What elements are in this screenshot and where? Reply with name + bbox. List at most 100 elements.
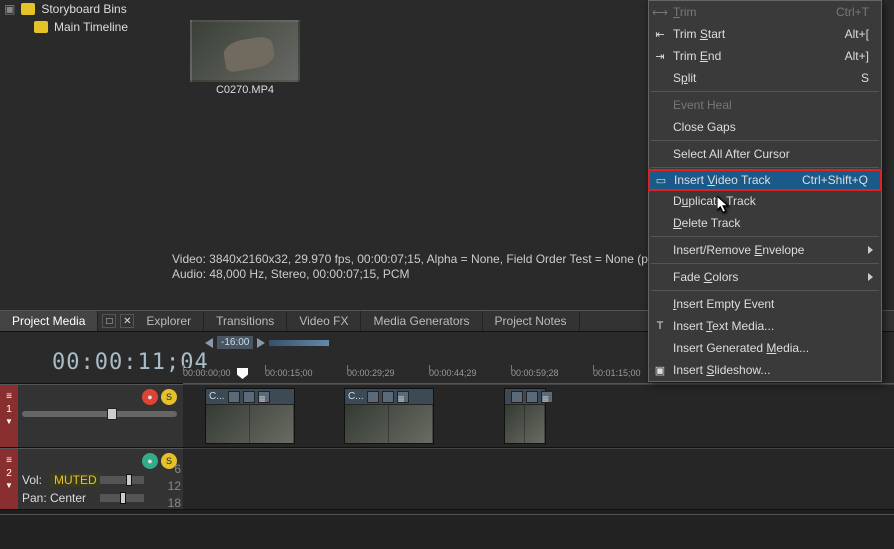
- hamburger-icon[interactable]: ≡: [6, 391, 12, 402]
- video-clip[interactable]: C...≡: [205, 388, 295, 444]
- menu-item-trim: ⟷TrimCtrl+T: [649, 1, 881, 23]
- playhead-marker[interactable]: [237, 368, 248, 379]
- tab-explorer[interactable]: Explorer: [134, 311, 204, 331]
- menu-item-trim-start[interactable]: ⇤Trim StartAlt+[: [649, 23, 881, 45]
- menu-shortcut: Alt+]: [845, 49, 869, 63]
- clip-menu-icon[interactable]: ≡: [541, 391, 553, 403]
- menu-item-insert-slideshow[interactable]: ▣Insert Slideshow...: [649, 359, 881, 381]
- tree-item-main-timeline[interactable]: Main Timeline: [0, 18, 170, 36]
- timeline-tracks: ≡ 1 ▼ ● S ≡ 2 ▼ ● S Vol: MUTED Pan: Cent…: [0, 384, 894, 514]
- vol-label: Vol:: [22, 473, 50, 487]
- menu-item-insert-text-media[interactable]: TInsert Text Media...: [649, 315, 881, 337]
- ruler-tick: 00:01:15;00: [593, 368, 641, 378]
- menu-item-label: Select All After Cursor: [673, 147, 790, 161]
- clip-header: C...≡: [206, 389, 294, 405]
- menu-item-label: Insert Text Media...: [673, 319, 774, 333]
- menu-item-insert-generated-media[interactable]: Insert Generated Media...: [649, 337, 881, 359]
- menu-item-icon: ⇥: [653, 49, 667, 63]
- pan-slider[interactable]: [100, 494, 144, 502]
- zoom-out-icon[interactable]: [205, 338, 213, 348]
- clip-header: ≡: [505, 389, 545, 405]
- chevron-down-icon[interactable]: ▼: [5, 417, 13, 426]
- tab-project-media[interactable]: Project Media: [0, 311, 98, 331]
- folder-icon: [21, 3, 35, 15]
- hamburger-icon[interactable]: ≡: [6, 455, 12, 466]
- menu-item-label: Close Gaps: [673, 120, 736, 134]
- tab-media-generators[interactable]: Media Generators: [361, 311, 482, 331]
- clip-menu-icon[interactable]: ≡: [258, 391, 270, 403]
- ruler-tick: 00:00:29;29: [347, 368, 395, 378]
- menu-separator: [651, 263, 879, 264]
- thumbnail-image: [190, 20, 300, 82]
- clip-menu-icon[interactable]: ≡: [397, 391, 409, 403]
- menu-item-insert-remove-envelope[interactable]: Insert/Remove Envelope: [649, 239, 881, 261]
- media-video-info: Video: 3840x2160x32, 29.970 fps, 00:00:0…: [172, 252, 688, 268]
- menu-item-label: Fade Colors: [673, 270, 738, 284]
- clip-fx-icon[interactable]: [526, 391, 538, 403]
- clip-fx-icon[interactable]: [243, 391, 255, 403]
- clip-fx-icon[interactable]: [511, 391, 523, 403]
- clip-body: [206, 405, 294, 443]
- menu-item-trim-end[interactable]: ⇥Trim EndAlt+]: [649, 45, 881, 67]
- menu-item-split[interactable]: SplitS: [649, 67, 881, 89]
- tab-transitions[interactable]: Transitions: [204, 311, 287, 331]
- ruler-tick: 00:00:15;00: [265, 368, 313, 378]
- menu-item-icon: ▭: [654, 173, 668, 187]
- tab-video-fx[interactable]: Video FX: [287, 311, 361, 331]
- solo-button[interactable]: S: [161, 389, 177, 405]
- menu-shortcut: Ctrl+T: [836, 5, 869, 19]
- tree-item-storyboard[interactable]: ▣ Storyboard Bins: [0, 0, 170, 18]
- menu-item-delete-track[interactable]: Delete Track: [649, 212, 881, 234]
- submenu-arrow-icon: [868, 246, 873, 254]
- pan-value[interactable]: Center: [50, 491, 100, 505]
- menu-item-insert-video-track[interactable]: ▭Insert Video TrackCtrl+Shift+Q: [648, 169, 882, 191]
- folder-icon: [34, 21, 48, 33]
- menu-item-label: Trim Start: [673, 27, 725, 41]
- menu-item-event-heal: Event Heal: [649, 94, 881, 116]
- menu-shortcut: Alt+[: [845, 27, 869, 41]
- menu-separator: [651, 140, 879, 141]
- slider-handle[interactable]: [120, 492, 126, 504]
- chevron-down-icon[interactable]: ▼: [5, 481, 13, 490]
- track-header-audio[interactable]: ≡ 2 ▼ ● S Vol: MUTED Pan: Center 6 12 18: [0, 448, 183, 510]
- menu-item-insert-empty-event[interactable]: Insert Empty Event: [649, 293, 881, 315]
- slider-handle[interactable]: [126, 474, 132, 486]
- project-tree: ▣ Storyboard Bins Main Timeline: [0, 0, 170, 310]
- video-lane[interactable]: C...≡C...≡≡: [183, 384, 894, 448]
- menu-separator: [651, 91, 879, 92]
- record-icon[interactable]: ●: [142, 453, 158, 469]
- zoom-in-icon[interactable]: [257, 338, 265, 348]
- menu-item-label: Insert Video Track: [674, 173, 771, 187]
- tree-label: Storyboard Bins: [41, 2, 126, 16]
- menu-item-close-gaps[interactable]: Close Gaps: [649, 116, 881, 138]
- vol-slider[interactable]: [100, 476, 144, 484]
- video-clip[interactable]: ≡: [504, 388, 546, 444]
- zoom-slider[interactable]: [269, 340, 329, 346]
- zoom-control[interactable]: -16:00: [205, 336, 329, 349]
- clip-header: C...≡: [345, 389, 433, 405]
- vol-value[interactable]: MUTED: [50, 473, 100, 487]
- zoom-value: -16:00: [217, 336, 253, 349]
- ruler-tick: 00:00:59;28: [511, 368, 559, 378]
- undock-icon[interactable]: □: [102, 314, 116, 328]
- menu-item-duplicate-track[interactable]: Duplicate Track: [649, 190, 881, 212]
- tree-label: Main Timeline: [54, 20, 128, 34]
- record-icon[interactable]: ●: [142, 389, 158, 405]
- track-header-video[interactable]: ≡ 1 ▼ ● S: [0, 384, 183, 448]
- clip-fx-icon[interactable]: [367, 391, 379, 403]
- close-icon[interactable]: ✕: [120, 314, 134, 328]
- tab-project-notes[interactable]: Project Notes: [483, 311, 580, 331]
- clip-fx-icon[interactable]: [382, 391, 394, 403]
- audio-lane[interactable]: [183, 448, 894, 510]
- video-clip[interactable]: C...≡: [344, 388, 434, 444]
- menu-item-select-all-after-cursor[interactable]: Select All After Cursor: [649, 143, 881, 165]
- audio-controls: Vol: MUTED Pan: Center: [22, 473, 120, 505]
- menu-item-fade-colors[interactable]: Fade Colors: [649, 266, 881, 288]
- opacity-slider[interactable]: [22, 411, 177, 417]
- media-thumb[interactable]: C0270.MP4: [190, 20, 300, 96]
- menu-shortcut: S: [861, 71, 869, 85]
- menu-item-label: Insert Generated Media...: [673, 341, 809, 355]
- clip-fx-icon[interactable]: [228, 391, 240, 403]
- slider-handle[interactable]: [107, 408, 117, 420]
- menu-item-label: Insert Slideshow...: [673, 363, 770, 377]
